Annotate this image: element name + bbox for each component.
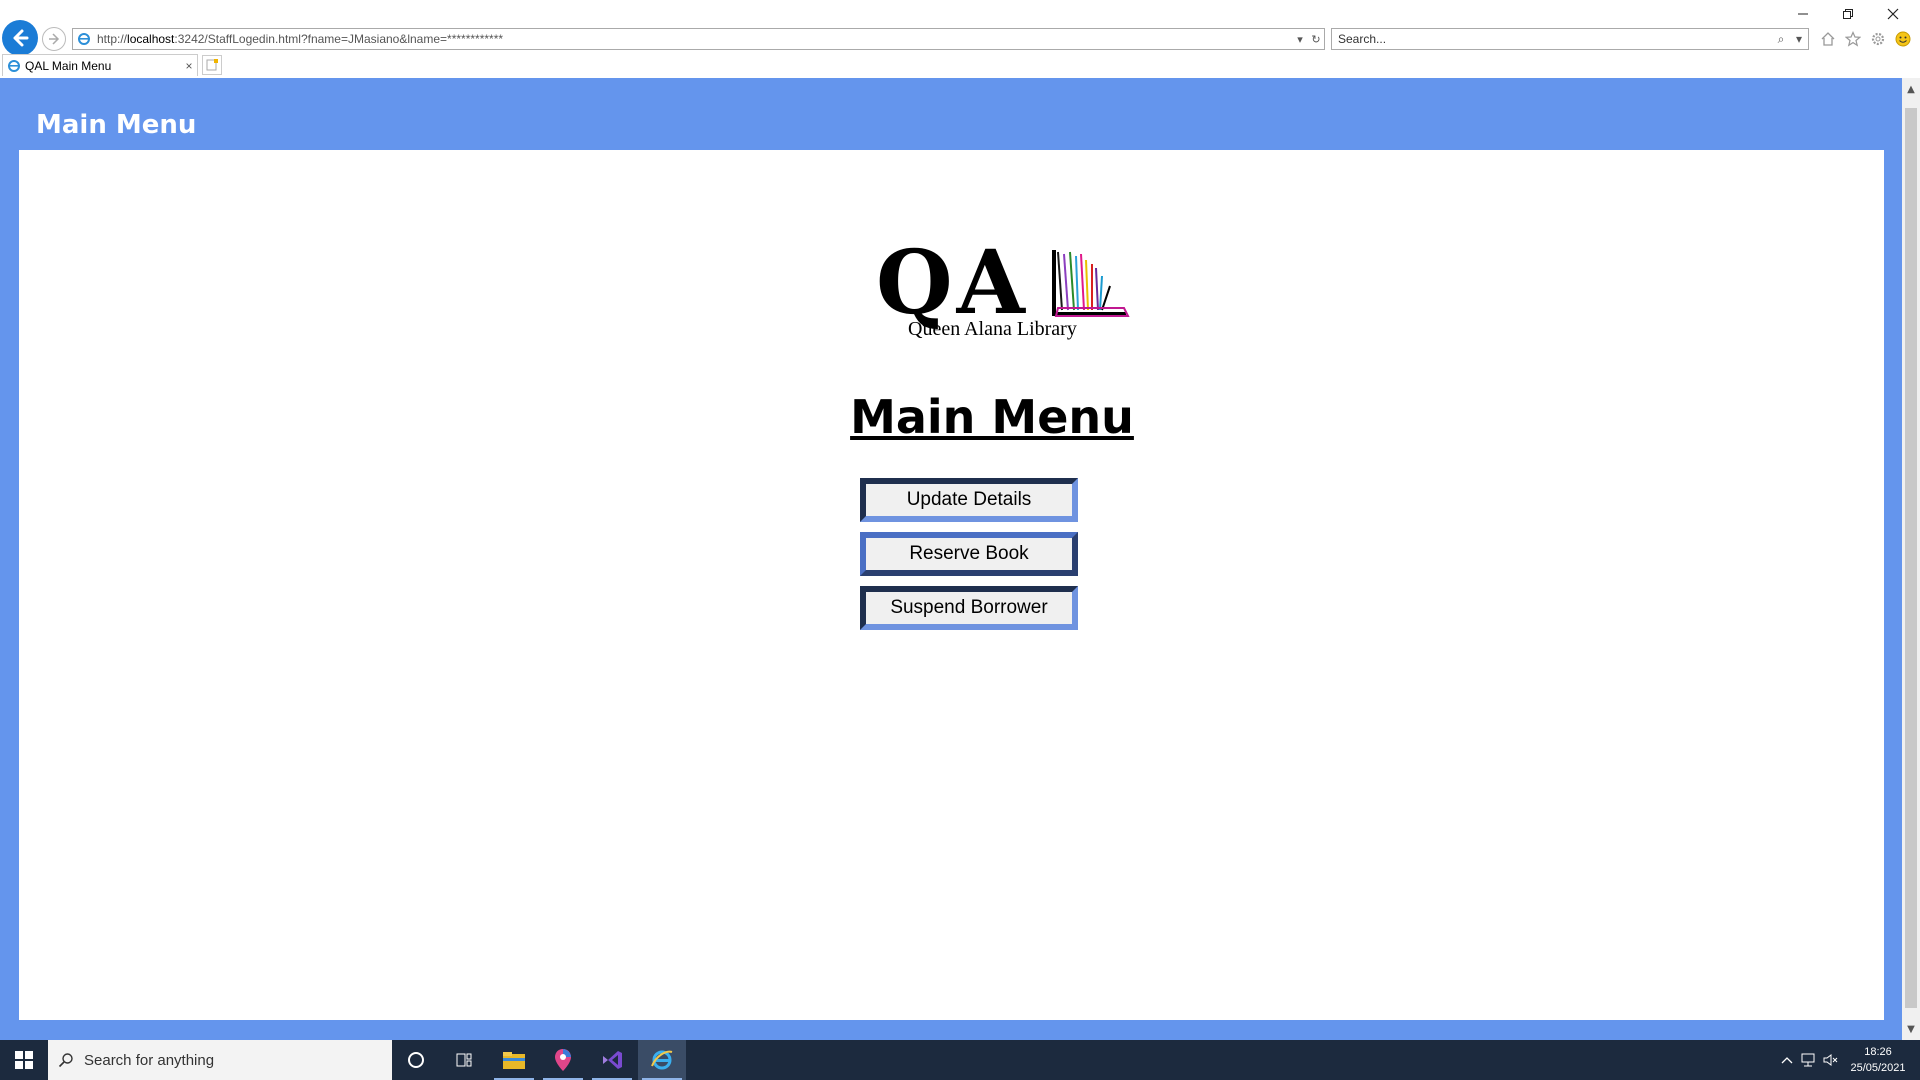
system-clock[interactable]: 18:26 25/05/2021 xyxy=(1838,1044,1918,1076)
logo-subtitle: Queen Alana Library xyxy=(908,318,1077,340)
url-text: http://localhost:3242/StaffLogedin.html?… xyxy=(97,32,504,46)
browser-search-placeholder: Search... xyxy=(1338,32,1387,46)
network-icon[interactable] xyxy=(1798,1040,1820,1080)
windows-logo-icon xyxy=(15,1051,33,1069)
browser-chrome: http://localhost:3242/StaffLogedin.html?… xyxy=(0,0,1920,78)
task-view-icon[interactable] xyxy=(440,1040,488,1080)
page-title: Main Menu xyxy=(850,390,1134,444)
page-header-title: Main Menu xyxy=(36,110,197,140)
favorites-star-icon[interactable] xyxy=(1843,29,1863,49)
cortana-icon[interactable] xyxy=(392,1040,440,1080)
back-arrow-icon xyxy=(13,29,29,47)
vertical-scrollbar[interactable]: ▲ ▼ xyxy=(1902,78,1920,1040)
address-bar[interactable]: http://localhost:3242/StaffLogedin.html?… xyxy=(72,28,1325,50)
forward-arrow-icon xyxy=(49,33,60,45)
suspend-borrower-button[interactable]: Suspend Borrower xyxy=(860,586,1078,630)
forward-button[interactable] xyxy=(42,27,66,51)
internet-explorer-icon[interactable] xyxy=(638,1040,686,1080)
logo-letters: QA xyxy=(876,230,1029,334)
gear-icon[interactable] xyxy=(1868,29,1888,49)
restore-icon[interactable] xyxy=(1833,4,1863,24)
update-details-button[interactable]: Update Details xyxy=(860,478,1078,522)
clock-time: 18:26 xyxy=(1864,1046,1892,1058)
ie-page-icon xyxy=(78,33,90,45)
windows-taskbar: Search for anything 18:26 25/05/2021 xyxy=(0,1040,1920,1080)
tab-title: QAL Main Menu xyxy=(25,58,112,73)
taskbar-search-box[interactable]: Search for anything xyxy=(48,1040,392,1080)
scroll-up-arrow-icon[interactable]: ▲ xyxy=(1902,80,1920,98)
qal-logo: QA Queen Alana Library xyxy=(850,232,1130,348)
home-icon[interactable] xyxy=(1818,29,1838,49)
open-book-icon xyxy=(1052,250,1130,317)
clock-date: 25/05/2021 xyxy=(1850,1062,1906,1074)
ie-tab-icon xyxy=(8,59,20,72)
search-dropdown-icon[interactable]: ▾ xyxy=(1790,32,1808,46)
taskbar-search-icon xyxy=(48,1052,84,1068)
tab-qal-main-menu[interactable]: QAL Main Menu × xyxy=(2,54,198,76)
taskbar-search-placeholder: Search for anything xyxy=(84,1051,215,1069)
new-tab-icon xyxy=(206,59,218,71)
address-dropdown-icon[interactable]: ▾ xyxy=(1292,33,1308,46)
new-tab-button[interactable] xyxy=(202,55,222,75)
scroll-down-arrow-icon[interactable]: ▼ xyxy=(1902,1020,1920,1038)
back-button[interactable] xyxy=(2,20,38,56)
visual-studio-icon[interactable] xyxy=(588,1040,636,1080)
tab-close-icon[interactable]: × xyxy=(181,59,197,73)
search-icon[interactable]: ⌕ xyxy=(1772,32,1790,47)
scroll-thumb[interactable] xyxy=(1905,108,1917,1008)
browser-search-box[interactable]: Search... ⌕ ▾ xyxy=(1331,28,1809,50)
minimize-icon[interactable] xyxy=(1788,4,1818,24)
reserve-book-button[interactable]: Reserve Book xyxy=(860,532,1078,576)
refresh-icon[interactable]: ↻ xyxy=(1308,33,1324,46)
start-button[interactable] xyxy=(0,1040,48,1080)
feedback-smiley-icon[interactable] xyxy=(1893,29,1913,49)
show-hidden-icons-chevron-icon[interactable] xyxy=(1776,1040,1798,1080)
close-window-icon[interactable] xyxy=(1878,4,1908,24)
maps-pin-icon[interactable] xyxy=(539,1040,587,1080)
file-explorer-icon[interactable] xyxy=(490,1040,538,1080)
